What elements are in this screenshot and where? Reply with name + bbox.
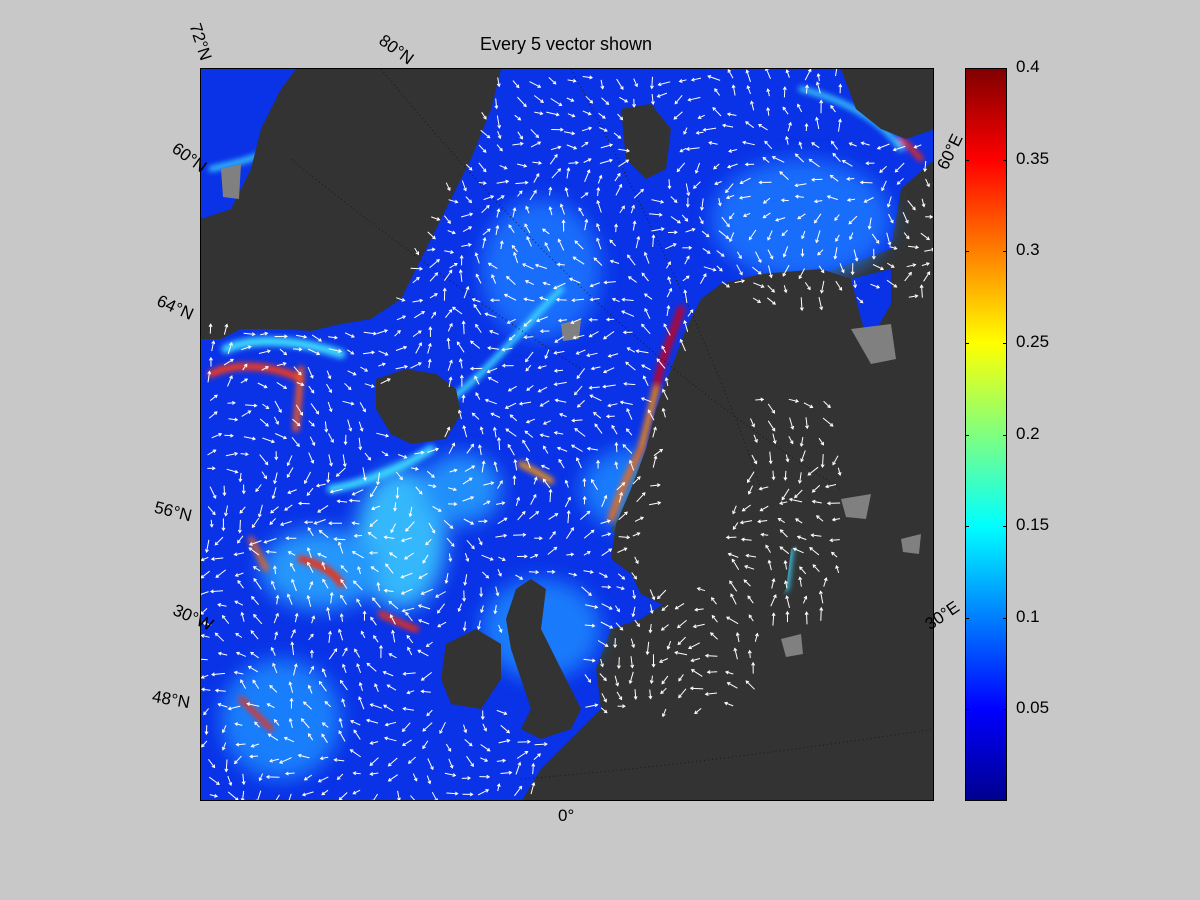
- colorbar-tick-mark: [965, 251, 969, 252]
- colorbar-tick-mark: [1003, 160, 1007, 161]
- current-vector-arrow: [396, 487, 399, 499]
- current-vector-arrow: [820, 607, 822, 621]
- lon-label-0: 0°: [558, 806, 575, 825]
- current-vector-arrow: [822, 454, 824, 468]
- colorbar-tick-label: 0.4: [1016, 57, 1040, 76]
- colorbar-tick-mark: [965, 68, 969, 69]
- current-vector-arrow: [239, 519, 241, 533]
- colorbar-tick-label: 0.15: [1016, 515, 1050, 535]
- colorbar-tick-mark: [1003, 526, 1007, 527]
- current-vector-arrow: [799, 566, 807, 575]
- colorbar-tick-mark: [1003, 251, 1007, 252]
- current-vector-arrow: [904, 272, 912, 282]
- current-vector-arrow: [513, 534, 526, 536]
- colorbar-tick-mark: [965, 160, 969, 161]
- current-vector-arrow: [549, 489, 552, 503]
- lat-label-48n: 48°N: [150, 686, 192, 713]
- current-vector-arrow: [920, 232, 930, 240]
- colorbar-tick-label: 0.1: [1016, 606, 1040, 626]
- colorbar-tick-label: 0.25: [1016, 331, 1050, 351]
- colorbar-tick-label: 0.2: [1016, 423, 1040, 443]
- colorbar-tick-mark: [1003, 709, 1007, 710]
- map-canvas: [201, 69, 933, 801]
- current-vector-arrow: [463, 321, 465, 335]
- colorbar-tick-mark: [965, 435, 969, 436]
- colorbar-tick-mark: [965, 526, 969, 527]
- colorbar-gradient: [966, 69, 1006, 800]
- current-vector-arrow: [677, 619, 687, 628]
- colorbar-tick-mark: [965, 343, 969, 344]
- lat-label-72n: 72°N: [185, 20, 216, 63]
- lon-label-60e: 60°E: [933, 130, 967, 173]
- current-vector-arrow: [907, 200, 916, 211]
- current-vector-arrow: [690, 687, 704, 690]
- lat-label-64n: 64°N: [153, 291, 197, 324]
- colorbar-tick-mark: [965, 709, 969, 710]
- colorbar-tick-mark: [1003, 343, 1007, 344]
- current-vector-arrow: [410, 267, 423, 270]
- colorbar-tick-label: 0.3: [1016, 240, 1040, 260]
- colorbar-tick-mark: [1003, 68, 1007, 69]
- colorbar-tick-label: 0.05: [1016, 698, 1050, 718]
- current-vector-arrow: [534, 743, 547, 746]
- colorbar-tick-label: 0.35: [1016, 148, 1050, 168]
- chart-title: Every 5 vector shown: [479, 34, 653, 54]
- colorbar-tick-mark: [965, 618, 969, 619]
- current-vector-arrow: [599, 673, 607, 681]
- colorbar-tick-mark: [1003, 435, 1007, 436]
- current-speed-map: [200, 68, 934, 801]
- lat-label-56n: 56°N: [152, 497, 194, 526]
- current-vector-arrowhead: [274, 800, 277, 801]
- current-vector-arrow: [923, 271, 931, 282]
- colorbar-tick-mark: [1003, 618, 1007, 619]
- current-vector-arrow: [809, 547, 820, 556]
- current-vector-arrow: [556, 299, 567, 301]
- colorbar: [965, 68, 1007, 801]
- current-vector-arrow: [860, 181, 873, 184]
- current-vector-arrow: [806, 612, 808, 625]
- current-vector-arrow: [618, 657, 620, 669]
- current-vector-arrow: [812, 564, 820, 573]
- current-vector-arrow: [783, 87, 786, 98]
